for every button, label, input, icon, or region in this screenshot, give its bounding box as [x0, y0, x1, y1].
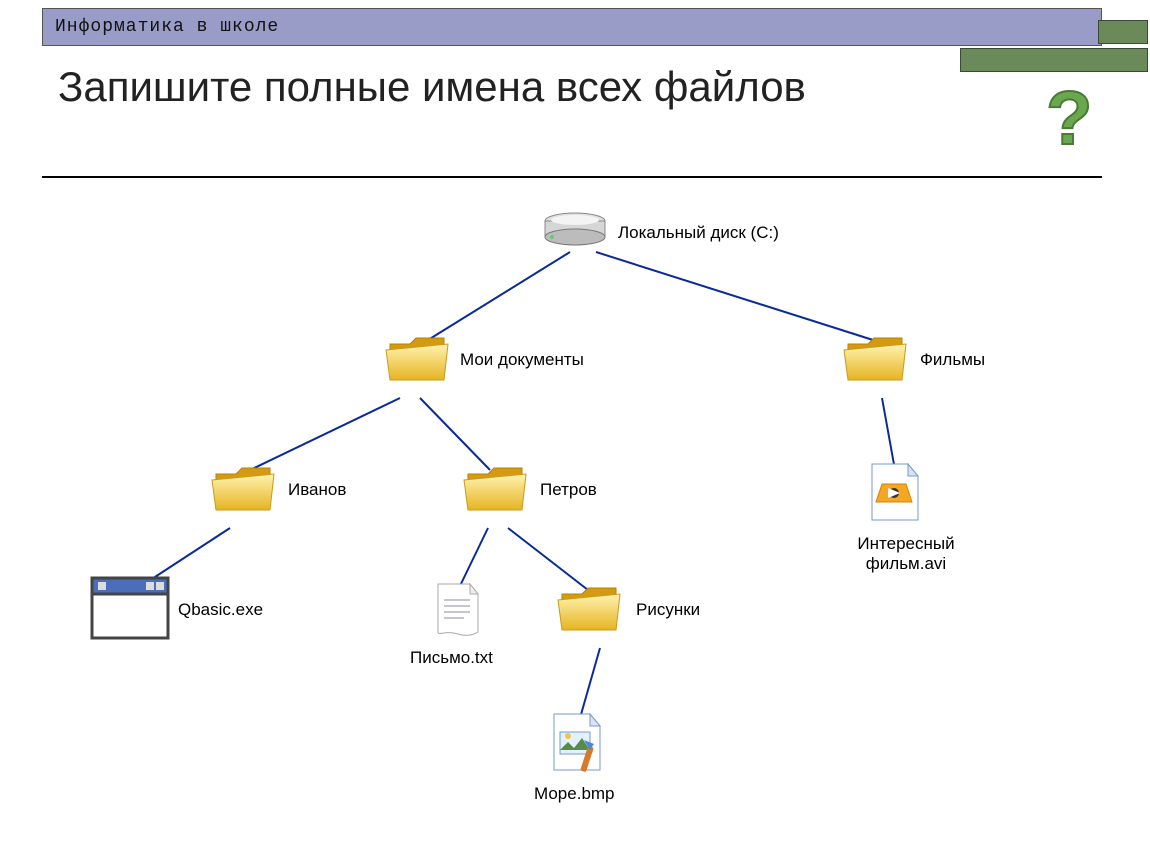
node-label-films: Фильмы [920, 350, 985, 370]
folder-icon [384, 330, 454, 393]
image-file-icon [548, 710, 606, 781]
folder-icon [462, 460, 532, 523]
node-label-sea: Море.bmp [534, 784, 615, 804]
node-label-petrov: Петров [540, 480, 597, 500]
node-label-pictures: Рисунки [636, 600, 700, 620]
folder-icon [210, 460, 280, 523]
node-label-qbasic: Qbasic.exe [178, 600, 263, 620]
node-label-root: Локальный диск (C:) [618, 223, 779, 243]
folder-icon [556, 580, 626, 643]
file-tree-diagram: Локальный диск (C:) Мои документы Фильмы… [0, 0, 1150, 864]
node-label-movie: Интересный фильм.avi [846, 534, 966, 575]
node-label-ivanov: Иванов [288, 480, 346, 500]
video-file-icon [866, 460, 924, 531]
folder-icon [842, 330, 912, 393]
application-icon [90, 576, 170, 645]
node-label-mydocs: Мои документы [460, 350, 584, 370]
text-file-icon [430, 580, 486, 645]
node-label-letter: Письмо.txt [410, 648, 493, 668]
hard-disk-icon [540, 210, 610, 259]
